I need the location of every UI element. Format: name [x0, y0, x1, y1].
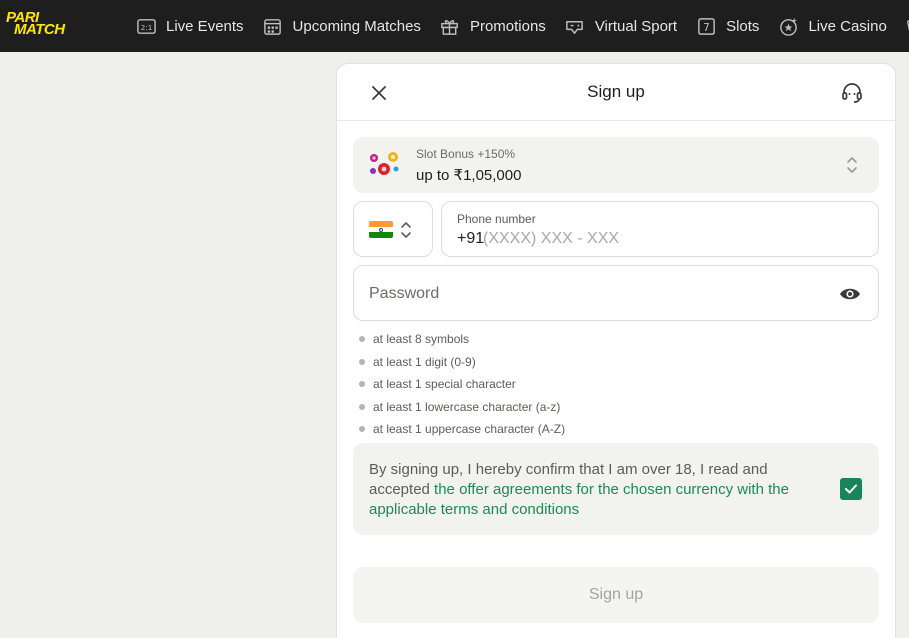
nav-item-slots[interactable]: 7 Slots: [695, 0, 759, 52]
phone-label: Phone number: [457, 212, 536, 226]
svg-text:7: 7: [703, 21, 710, 33]
calendar-icon: [262, 15, 284, 37]
support-button[interactable]: [839, 80, 865, 106]
list-item: at least 1 lowercase character (a-z): [359, 396, 565, 419]
terms-checkbox[interactable]: [840, 478, 862, 500]
checkmark-icon: [845, 484, 857, 494]
nav-item-cards[interactable]: T: [905, 0, 909, 52]
gamepad-icon: [564, 15, 586, 37]
phone-input[interactable]: [483, 228, 863, 250]
list-item: at least 1 digit (0-9): [359, 351, 565, 374]
nav-label: Virtual Sport: [594, 17, 678, 35]
live-events-icon: 2:1: [135, 15, 157, 37]
list-item: at least 1 special character: [359, 373, 565, 396]
parimatch-logo[interactable]: PARI MATCH: [0, 0, 100, 52]
headset-icon: [842, 83, 862, 103]
nav-label: Promotions: [469, 17, 546, 35]
cards-icon: [905, 15, 909, 37]
slots-icon: 7: [695, 15, 717, 37]
india-flag-icon: [369, 221, 393, 238]
phone-field[interactable]: Phone number +91: [441, 201, 879, 257]
nav-item-promotions[interactable]: Promotions: [439, 0, 546, 52]
list-item: at least 8 symbols: [359, 328, 565, 351]
rule-text: at least 1 lowercase character (a-z): [373, 399, 561, 414]
country-code-selector[interactable]: [353, 201, 433, 257]
list-item: at least 1 uppercase character (A-Z): [359, 418, 565, 441]
password-field[interactable]: [353, 265, 879, 321]
bonus-title: Slot Bonus +150%: [416, 147, 516, 161]
signup-panel: Sign up Slot Bonus +150% up to ₹1,05,000…: [336, 63, 896, 638]
terms-text: By signing up, I hereby confirm that I a…: [369, 460, 799, 520]
nav-item-live-events[interactable]: 2:1 Live Events: [135, 0, 244, 52]
nav-label: Slots: [726, 17, 760, 35]
phone-prefix: +91: [457, 230, 485, 247]
show-password-button[interactable]: [838, 282, 862, 306]
bullet-icon: [359, 358, 365, 365]
rule-text: at least 1 uppercase character (A-Z): [373, 422, 566, 437]
bullet-icon: [359, 426, 365, 433]
nav-label: Upcoming Matches: [292, 17, 421, 35]
logo-text-line2: MATCH: [14, 21, 65, 38]
nav-label: Live Casino: [808, 17, 887, 35]
rule-text: at least 1 digit (0-9): [373, 354, 476, 369]
chevron-up-down-icon: [847, 157, 857, 173]
chevron-up-down-icon: [401, 222, 411, 238]
gift-icon: [439, 15, 461, 37]
password-rules: at least 8 symbols at least 1 digit (0-9…: [359, 328, 565, 441]
rule-text: at least 8 symbols: [373, 332, 470, 347]
nav-item-virtual-sport[interactable]: Virtual Sport: [564, 0, 677, 52]
page-title: Sign up: [587, 82, 645, 101]
slot-bonus-icon: [370, 152, 399, 175]
signup-header: Sign up: [337, 64, 895, 121]
live-casino-icon: [777, 15, 799, 37]
svg-text:2:1: 2:1: [140, 22, 152, 31]
bonus-amount: up to ₹1,05,000: [416, 167, 522, 184]
top-navigation: PARI MATCH 2:1 Live Events Upcoming Matc…: [0, 0, 909, 52]
eye-icon: [840, 288, 860, 300]
nav-label: Live Events: [166, 17, 244, 35]
nav-item-upcoming-matches[interactable]: Upcoming Matches: [262, 0, 421, 52]
bullet-icon: [359, 403, 365, 410]
password-input[interactable]: [369, 283, 819, 305]
bullet-icon: [359, 381, 365, 388]
rule-text: at least 1 special character: [373, 377, 516, 392]
nav-item-live-casino[interactable]: Live Casino: [777, 0, 887, 52]
bullet-icon: [359, 336, 365, 343]
signup-submit-button[interactable]: Sign up: [353, 567, 879, 623]
bonus-selector[interactable]: Slot Bonus +150% up to ₹1,05,000: [353, 137, 879, 193]
nav-items: 2:1 Live Events Upcoming Matches Promoti…: [135, 0, 909, 52]
terms-box: By signing up, I hereby confirm that I a…: [353, 443, 879, 535]
